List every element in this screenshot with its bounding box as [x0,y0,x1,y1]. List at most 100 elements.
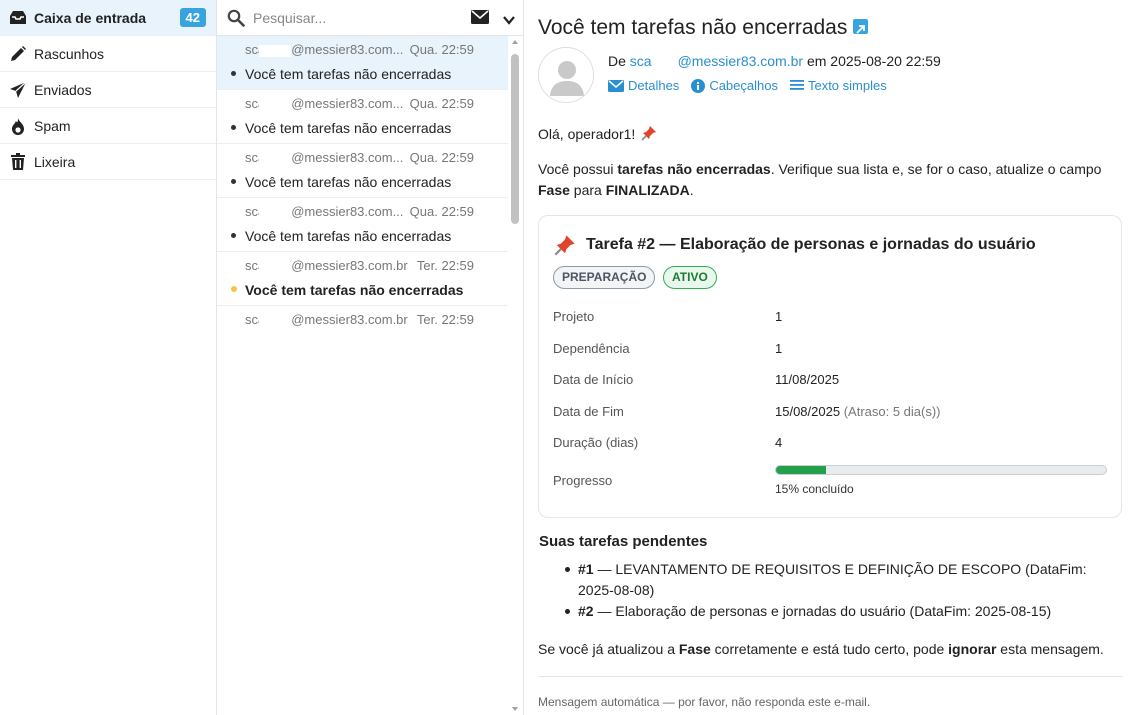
folder-sidebar: Caixa de entrada 42 Rascunhos Enviados S… [0,0,217,715]
trash-icon [8,152,28,172]
message-date: Qua. 22:59 [409,42,474,57]
sidebar-item-inbox[interactable]: Caixa de entrada 42 [0,0,216,36]
task-card: Tarefa #2 — Elaboração de personas e jor… [538,215,1122,518]
fire-icon [8,116,28,136]
detail-key: Data de Fim [553,404,624,419]
progress-bar [775,465,1107,475]
headers-link[interactable]: Cabeçalhos [691,78,778,93]
task-card-title: Tarefa #2 — Elaboração de personas e jor… [554,234,1036,256]
message-subject: Você tem tarefas não encerradas [245,228,452,244]
search-bar [217,0,523,36]
sidebar-item-label: Enviados [34,81,92,98]
inbox-icon [8,8,28,28]
open-external-icon[interactable] [853,18,869,34]
read-status-dot [231,71,236,76]
detail-key: Dependência [553,341,630,356]
sidebar-item-spam[interactable]: Spam [0,108,216,144]
detail-key: Duração (dias) [553,435,639,450]
message-sender: sca @messier83.com... [245,42,404,57]
envelope-filter-icon[interactable] [471,10,489,27]
pushpin-icon [641,126,657,141]
scroll-down-arrow-icon[interactable] [512,707,518,711]
message-list-item[interactable]: sca @messier83.com.br Ter. 22:59 [217,306,508,334]
read-status-dot [231,233,236,238]
detail-key: Projeto [553,309,595,324]
scroll-up-arrow-icon[interactable] [512,40,518,44]
chevron-down-icon[interactable] [503,12,515,28]
message-sender: sca @messier83.com.br [245,258,408,273]
list-item: #2 — Elaboração de personas e jornadas d… [565,601,1105,622]
read-status-dot [231,179,236,184]
paper-plane-icon [8,80,28,100]
pencil-icon [8,44,28,64]
sidebar-item-trash[interactable]: Lixeira [0,144,216,180]
message-date: Qua. 22:59 [409,204,474,219]
sidebar-item-drafts[interactable]: Rascunhos [0,36,216,72]
message-sender: sca @messier83.com.br [245,312,408,327]
sidebar-item-label: Rascunhos [34,45,105,62]
message-date: Ter. 22:59 [416,258,474,273]
progress-label: 15% concluído [775,482,854,496]
detail-value: 15/08/2025 (Atraso: 5 dia(s)) [775,404,941,419]
message-list-item[interactable]: sca @messier83.com... Qua. 22:59 Você tem… [217,90,508,144]
sidebar-item-label: Lixeira [34,153,76,170]
sender-avatar [538,47,594,103]
scrollbar-thumb[interactable] [511,54,519,224]
search-input[interactable] [253,9,453,26]
message-subject: Você tem tarefas não encerradas [245,174,452,190]
message-list-panel: sca@messier83.com... Qua. 22:59 Você tem… [217,0,524,715]
footer-note: Mensagem automática — por favor, não res… [538,695,871,709]
detail-key: Data de Início [553,372,634,387]
progress-bar-fill [776,466,826,474]
reading-pane: Você tem tarefas não encerradas De sca @m… [525,0,1131,715]
pending-tasks-list: #1 — LEVANTAMENTO DE REQUISITOS E DEFINI… [565,559,1105,622]
from-prefix: De [608,53,626,69]
detail-value: 11/08/2025 [775,372,840,387]
message-sender: sca @messier83.com... [245,150,404,165]
phase-badge: PREPARAÇÃO [553,266,656,289]
message-date: Ter. 22:59 [416,312,474,327]
status-badge: ATIVO [663,266,717,289]
message-list-item[interactable]: sca @messier83.com... Qua. 22:59 Você tem… [217,198,508,252]
detail-value: 1 [775,309,783,324]
details-link[interactable]: Detalhes [608,78,679,93]
closing-paragraph: Se você já atualizou a Fase corretamente… [538,641,1104,657]
message-subject: Você tem tarefas não encerradas [245,66,452,82]
unread-count-badge: 42 [179,8,206,27]
greeting: Olá, operador1! [538,124,1108,145]
message-sender: sca @messier83.com... [245,204,404,219]
list-item: #1 — LEVANTAMENTO DE REQUISITOS E DEFINI… [565,559,1105,601]
message-list-item[interactable]: sca @messier83.com.br Ter. 22:59 Você tem… [217,252,508,306]
message-list-scrollbar[interactable] [510,38,520,715]
read-status-dot [231,125,236,130]
unread-status-dot [231,286,237,292]
detail-value: 4 [775,435,783,450]
intro-paragraph: Você possui tarefas não encerradas. Veri… [538,161,1102,198]
message-list-item[interactable]: sca @messier83.com... Qua. 22:59 Você tem… [217,36,508,90]
detail-value: 1 [775,341,783,356]
lines-icon [789,80,804,90]
plain-text-link[interactable]: Texto simples [789,78,887,93]
message-date: Qua. 22:59 [409,150,474,165]
delay-note: (Atraso: 5 dia(s)) [843,404,941,419]
message-title: Você tem tarefas não encerradas [538,16,869,40]
message-date: Qua. 22:59 [409,96,474,111]
divider [538,676,1123,677]
sidebar-item-sent[interactable]: Enviados [0,72,216,108]
message-date-text: em 2025-08-20 22:59 [806,53,941,69]
search-icon[interactable] [227,9,245,27]
envelope-icon [608,79,624,92]
sidebar-item-label: Spam [34,117,71,134]
message-title-text: Você tem tarefas não encerradas [538,16,848,39]
user-silhouette-icon [539,48,593,102]
message-sender: sca @messier83.com... [245,96,404,111]
pending-tasks-heading: Suas tarefas pendentes [539,533,708,550]
message-subject: Você tem tarefas não encerradas [245,120,452,136]
message-list-item[interactable]: sca @messier83.com... Qua. 22:59 Você tem… [217,144,508,198]
detail-key: Progresso [553,473,613,488]
info-icon [691,78,706,93]
pushpin-icon [554,235,575,256]
message-header-links: Detalhes Cabeçalhos Texto simples [608,78,899,93]
sidebar-item-label: Caixa de entrada [34,9,147,26]
sender-email-link[interactable]: sca @messier83.com.br [630,53,803,69]
